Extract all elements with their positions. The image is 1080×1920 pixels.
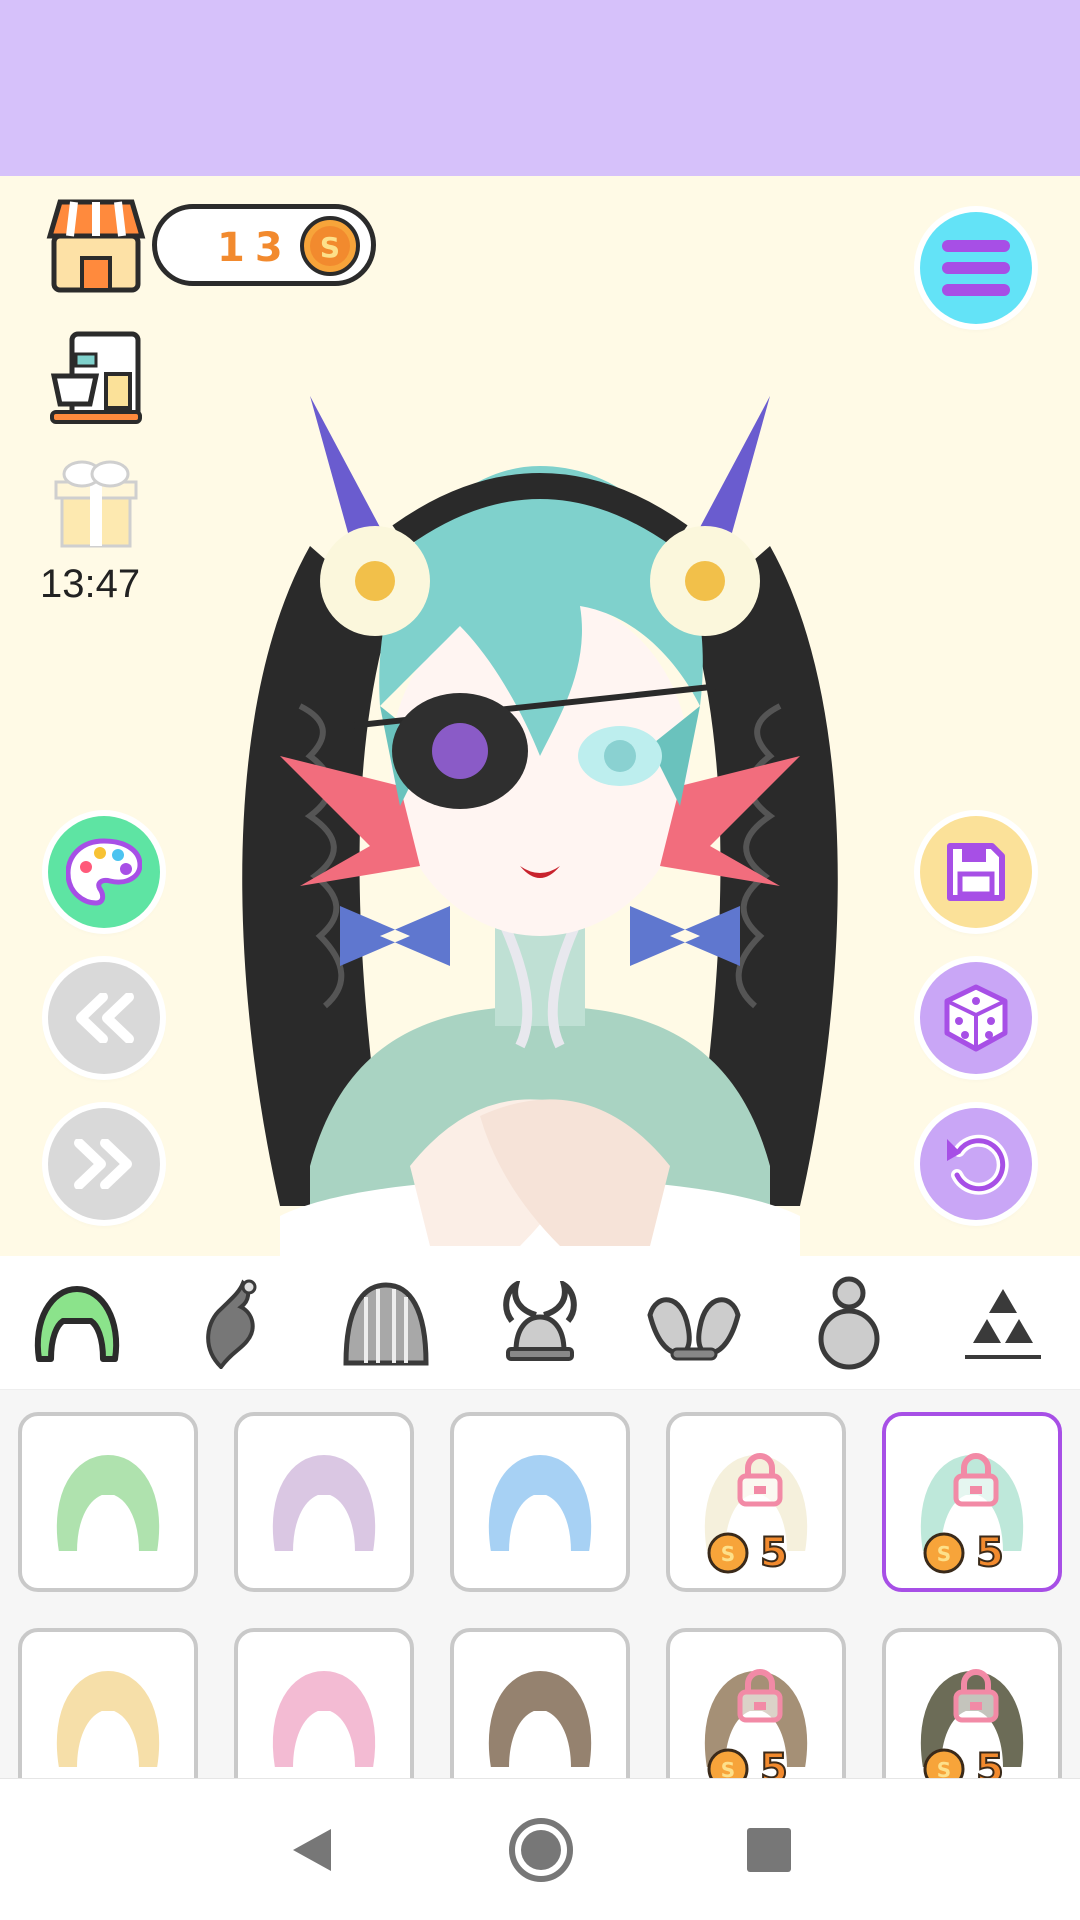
recents-nav-icon[interactable]: [745, 1826, 793, 1874]
category-tabs: [0, 1256, 1080, 1390]
back-nav-icon[interactable]: [287, 1825, 337, 1875]
item-price-value: 5: [975, 1745, 1005, 1778]
ahoge-icon: [206, 1278, 257, 1369]
gift-button[interactable]: [52, 454, 140, 550]
randomize-button[interactable]: [920, 962, 1032, 1074]
svg-text:S: S: [721, 1758, 735, 1778]
gift-timer: 13:47: [40, 562, 141, 606]
coin-icon: S: [923, 1532, 965, 1574]
hair-item[interactable]: S5: [882, 1412, 1062, 1592]
item-price: S5: [922, 1529, 1005, 1577]
palette-icon: [66, 838, 142, 906]
hair-preview-icon: [486, 1452, 594, 1553]
item-price: S5: [922, 1745, 1005, 1778]
coin-icon: S: [707, 1532, 749, 1574]
triangles-icon: [964, 1288, 1041, 1359]
tab-body[interactable]: [794, 1268, 904, 1378]
hair-preview-icon: [486, 1668, 594, 1769]
tab-ahoge[interactable]: [176, 1268, 286, 1378]
color-palette-button[interactable]: [48, 816, 160, 928]
hair-preview-icon: [54, 1452, 162, 1553]
item-price-value: 5: [975, 1529, 1005, 1577]
item-price-value: 5: [759, 1529, 789, 1577]
hair-item[interactable]: S5: [666, 1412, 846, 1592]
hair-preview-icon: [270, 1452, 378, 1553]
bonus-machine-button[interactable]: [44, 324, 148, 428]
dice-icon: [944, 984, 1008, 1052]
hair-preview-icon: [54, 1668, 162, 1769]
hair-item[interactable]: S5: [882, 1628, 1062, 1778]
undo-icon: [947, 1134, 1009, 1195]
system-navigation-bar: [0, 1778, 1080, 1920]
front-hair-icon: [35, 1285, 120, 1362]
lock-icon: [737, 1669, 783, 1723]
home-nav-icon[interactable]: [507, 1816, 575, 1884]
tab-horns[interactable]: [485, 1268, 595, 1378]
svg-text:S: S: [320, 231, 340, 264]
character-avatar: [242, 396, 838, 1256]
back-hair-icon: [343, 1281, 429, 1365]
tab-ears[interactable]: [639, 1268, 749, 1378]
double-chevron-left-icon: [76, 993, 134, 1043]
item-price: S5: [706, 1529, 789, 1577]
coin-icon: S: [300, 216, 360, 276]
hair-item[interactable]: [18, 1628, 198, 1778]
hair-preview-icon: [270, 1668, 378, 1769]
lock-icon: [953, 1453, 999, 1507]
gift-icon: [54, 460, 138, 548]
character-stage: 13 S 13:47: [0, 176, 1080, 1256]
lock-icon: [953, 1669, 999, 1723]
hair-item[interactable]: [450, 1628, 630, 1778]
ad-banner: [0, 0, 1080, 176]
hair-item[interactable]: [234, 1412, 414, 1592]
undo-button[interactable]: [920, 1108, 1032, 1220]
item-grid: S5S5S5S5: [18, 1412, 1062, 1778]
svg-text:S: S: [937, 1542, 951, 1566]
bunny-ears-icon: [647, 1296, 741, 1360]
hair-item[interactable]: [234, 1628, 414, 1778]
previous-button[interactable]: [48, 962, 160, 1074]
menu-button[interactable]: [920, 212, 1032, 324]
coin-icon: S: [707, 1748, 749, 1778]
tab-hair-front[interactable]: [22, 1268, 132, 1378]
svg-text:S: S: [721, 1542, 735, 1566]
shop-icon: [46, 199, 146, 293]
item-price-value: 5: [759, 1745, 789, 1778]
item-grid-panel: S5S5S5S5: [0, 1390, 1080, 1778]
item-price: S5: [706, 1745, 789, 1778]
coin-count: 13: [217, 225, 293, 271]
shop-button[interactable]: [44, 194, 148, 298]
svg-text:S: S: [937, 1758, 951, 1778]
save-button[interactable]: [920, 816, 1032, 928]
hair-item[interactable]: [450, 1412, 630, 1592]
next-button[interactable]: [48, 1108, 160, 1220]
coin-icon: S: [923, 1748, 965, 1778]
tab-misc[interactable]: [948, 1268, 1058, 1378]
lock-icon: [737, 1453, 783, 1507]
coin-balance: 13 S: [152, 204, 376, 286]
horns-icon: [503, 1280, 577, 1361]
tab-hair-back[interactable]: [331, 1268, 441, 1378]
coffee-machine-icon: [50, 331, 142, 424]
hair-item[interactable]: S5: [666, 1628, 846, 1778]
save-disk-icon: [947, 843, 1005, 901]
double-chevron-right-icon: [74, 1139, 132, 1189]
hair-item[interactable]: [18, 1412, 198, 1592]
body-figure-icon: [818, 1276, 880, 1369]
hamburger-menu-icon: [942, 240, 1010, 296]
